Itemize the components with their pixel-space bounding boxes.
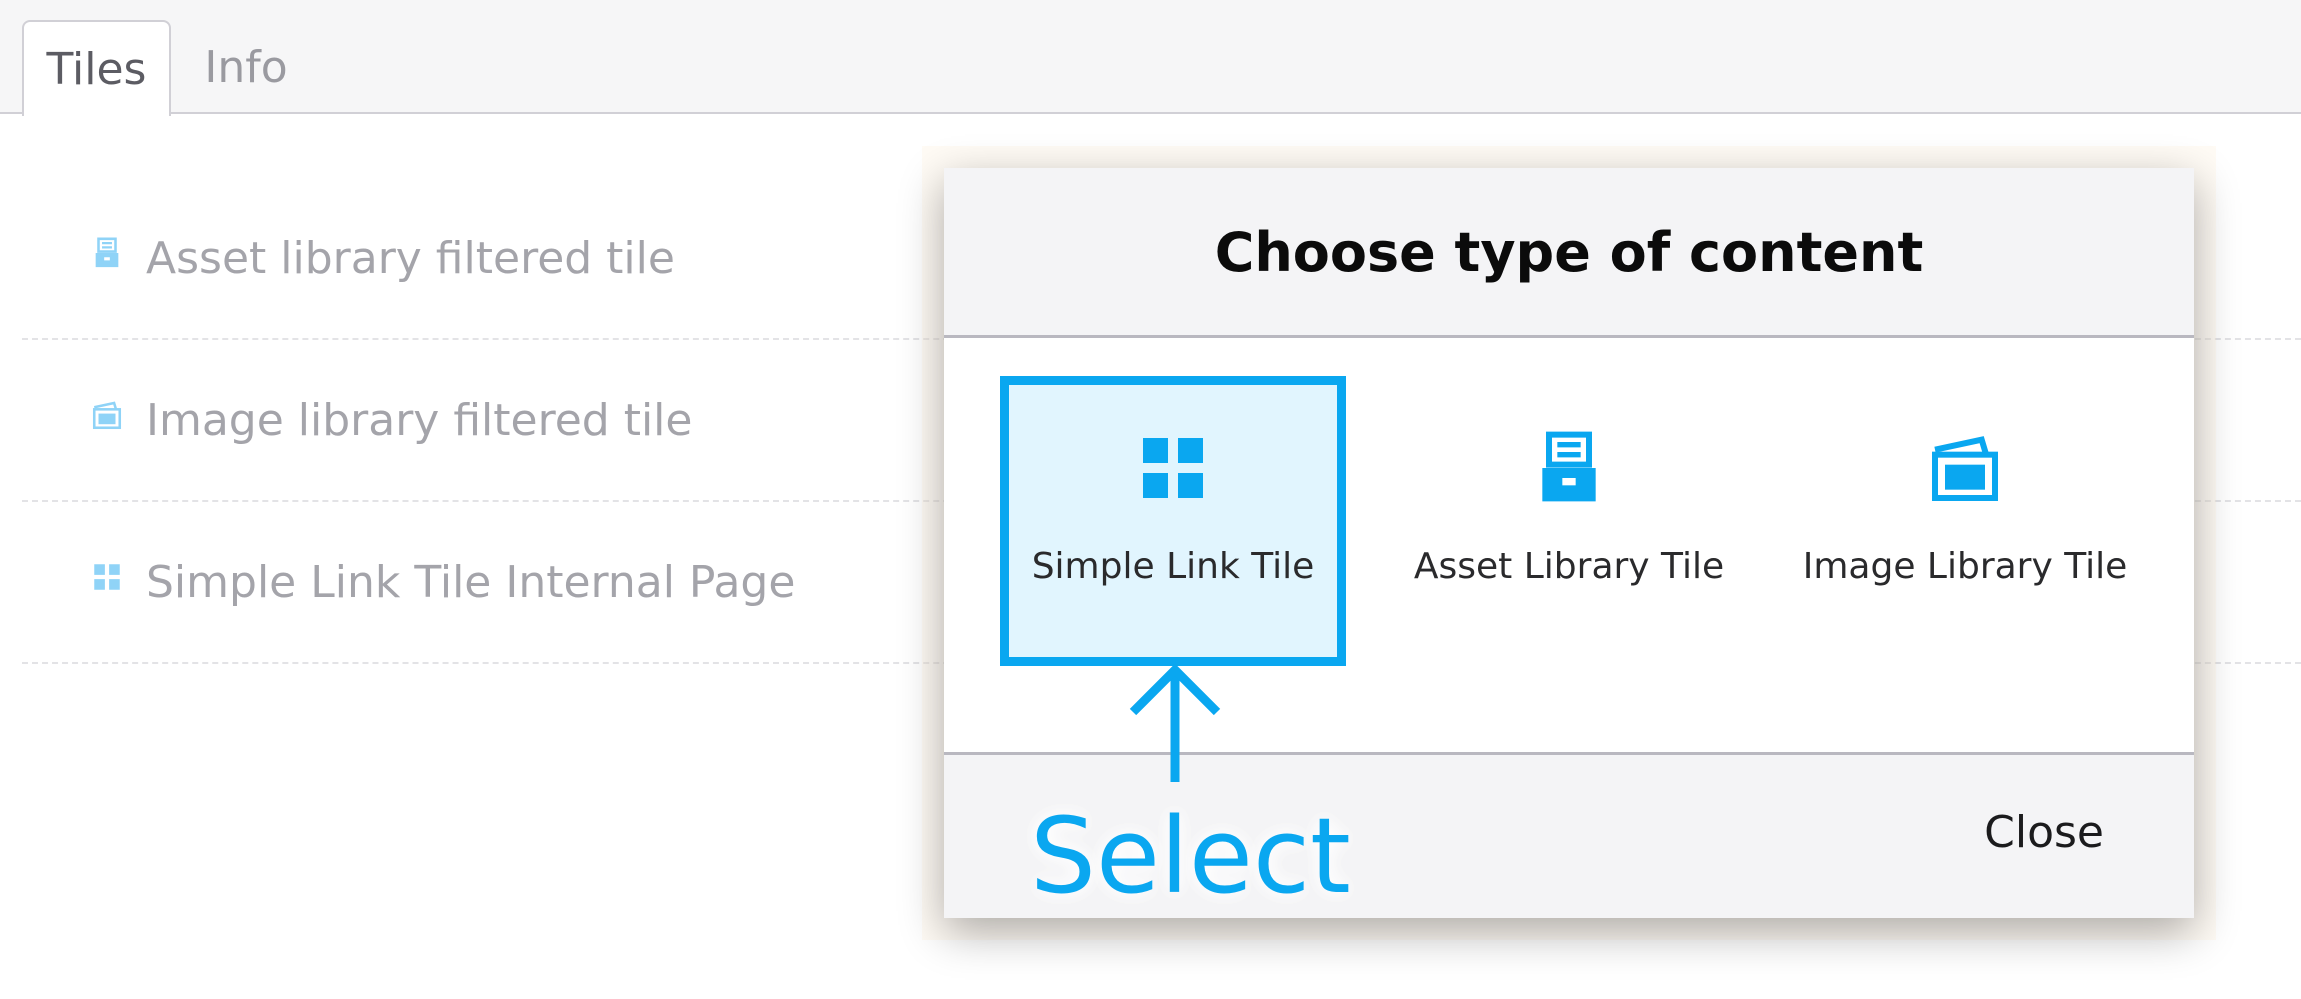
image-library-icon (1932, 436, 1998, 501)
option-simple-link-tile[interactable]: Simple Link Tile (1000, 376, 1346, 666)
asset-library-icon (95, 237, 119, 268)
select-annotation: Select (1030, 795, 1351, 917)
list-item-label: Simple Link Tile Internal Page (146, 557, 796, 608)
grid-icon (94, 564, 120, 590)
asset-library-icon (1542, 431, 1596, 502)
option-asset-library-tile[interactable]: Asset Library Tile (1396, 376, 1742, 666)
image-library-icon (92, 401, 122, 430)
list-item-label: Image library filtered tile (146, 395, 693, 446)
grid-icon (1143, 438, 1203, 498)
tab-info[interactable]: Info (186, 20, 306, 116)
tab-bar: Tiles Info (0, 0, 2301, 116)
option-label: Asset Library Tile (1413, 546, 1725, 587)
dialog-header: Choose type of content (944, 168, 2194, 338)
arrow-up-icon (1129, 663, 1221, 782)
list-item-label: Asset library filtered tile (146, 233, 675, 284)
option-label: Image Library Tile (1802, 546, 2128, 587)
option-image-library-tile[interactable]: Image Library Tile (1792, 376, 2138, 666)
dialog-title: Choose type of content (1214, 221, 1924, 284)
close-button[interactable]: Close (1984, 773, 2104, 893)
option-label: Simple Link Tile (1031, 546, 1315, 587)
tab-tiles[interactable]: Tiles (22, 20, 171, 116)
